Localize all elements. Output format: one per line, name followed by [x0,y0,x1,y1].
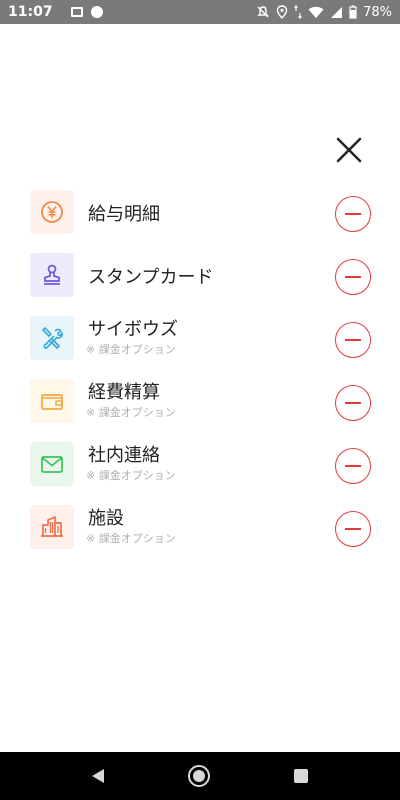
remove-button[interactable] [335,511,371,547]
minus-icon [345,339,361,341]
item-title: 社内連絡 [88,445,160,466]
status-bar: 11:07 78% [0,0,400,24]
list-item: サイボウズ ※ 課金オプション [0,311,400,365]
list-item: 給与明細 [0,185,400,239]
navigation-bar [0,752,400,800]
item-title: スタンプカード [88,267,214,288]
location-icon [276,5,288,19]
image-notification-icon [70,7,83,17]
list-item: 施設 ※ 課金オプション [0,500,400,554]
tools-icon [30,316,74,360]
circle-notification-icon [90,6,103,18]
item-title: サイボウズ [88,319,178,340]
recent-apps-icon[interactable] [294,769,308,783]
item-title: 経費精算 [88,382,160,403]
item-subtitle: ※ 課金オプション [86,343,176,356]
yen-coin-icon [30,190,74,234]
item-subtitle: ※ 課金オプション [86,469,176,482]
minus-icon [345,528,361,530]
minus-icon [345,276,361,278]
minus-icon [345,213,361,215]
wallet-icon [30,379,74,423]
item-title: 給与明細 [88,204,160,225]
minus-icon [345,465,361,467]
status-time: 11:07 [8,4,53,20]
back-icon[interactable] [92,769,104,783]
remove-button[interactable] [335,322,371,358]
mail-icon [30,442,74,486]
remove-button[interactable] [335,385,371,421]
item-subtitle: ※ 課金オプション [86,406,176,419]
stamp-icon [30,253,74,297]
item-subtitle: ※ 課金オプション [86,532,176,545]
mute-icon [257,6,269,18]
close-button[interactable] [333,134,365,166]
data-transfer-icon [294,5,303,19]
remove-button[interactable] [335,259,371,295]
item-title: 施設 [88,508,124,529]
remove-button[interactable] [335,196,371,232]
minus-icon [345,402,361,404]
home-icon[interactable] [188,765,210,787]
signal-icon [331,6,343,18]
list-item: スタンプカード [0,248,400,302]
list-item: 経費精算 ※ 課金オプション [0,374,400,428]
battery-percent: 78% [363,4,392,20]
remove-button[interactable] [335,448,371,484]
list-item: 社内連絡 ※ 課金オプション [0,437,400,491]
battery-icon [349,5,357,19]
close-icon [336,137,362,163]
building-icon [30,505,74,549]
wifi-icon [308,6,324,18]
